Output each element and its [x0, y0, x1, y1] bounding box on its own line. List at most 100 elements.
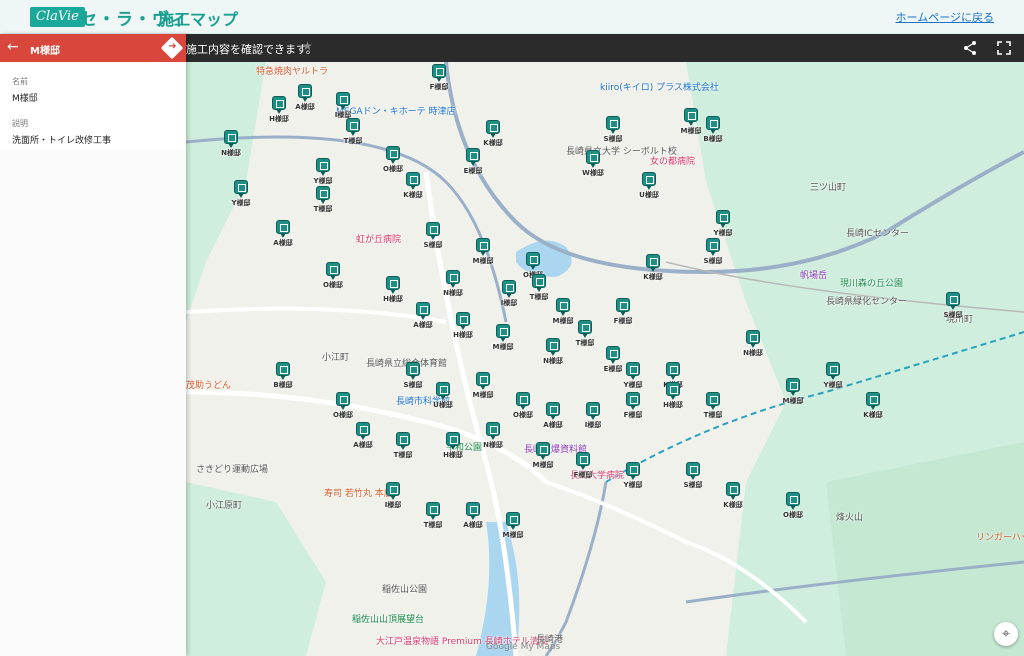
map-place-label[interactable]: 稲佐山山頂展望台	[352, 612, 424, 625]
name-value: M様邸	[12, 94, 38, 104]
map-place-label[interactable]: 現川森の丘公園	[840, 276, 903, 289]
map-pin[interactable]: B様邸	[273, 362, 293, 389]
locate-icon[interactable]: ⌖	[994, 622, 1018, 646]
map-pin[interactable]: S様邸	[423, 222, 443, 249]
map-pin[interactable]: U様邸	[639, 172, 659, 199]
map-pin[interactable]: A様邸	[295, 84, 315, 111]
map-pin[interactable]: A様邸	[353, 422, 373, 449]
map-place-label[interactable]: 小江原町	[206, 498, 242, 511]
map-pin[interactable]: K様邸	[643, 254, 663, 281]
map-place-label[interactable]: 烽火山	[836, 510, 863, 523]
map-pin[interactable]: I様邸	[585, 402, 601, 429]
map-place-label[interactable]: 稲佐山公園	[382, 582, 427, 595]
map-pin[interactable]: S様邸	[703, 238, 723, 265]
map-pin[interactable]: A様邸	[413, 302, 433, 329]
map-pin[interactable]: M様邸	[681, 108, 701, 135]
map-pin[interactable]: O様邸	[323, 262, 343, 289]
map-pin[interactable]: S様邸	[683, 462, 703, 489]
map-pin[interactable]: N様邸	[483, 422, 503, 449]
map-pin[interactable]: N様邸	[543, 338, 563, 365]
map-pin[interactable]: M様邸	[493, 324, 513, 351]
map-pin[interactable]: K様邸	[483, 120, 503, 147]
map-pin[interactable]: B様邸	[703, 116, 723, 143]
map-pin[interactable]: H様邸	[443, 432, 463, 459]
map-pin[interactable]: M様邸	[533, 442, 553, 469]
map-pin[interactable]: N様邸	[221, 130, 241, 157]
map-pin[interactable]: T様邸	[344, 118, 362, 145]
map-pin[interactable]: M様邸	[473, 372, 493, 399]
map-place-label[interactable]: 長崎ICセンター	[846, 226, 909, 239]
map-pin[interactable]: N様邸	[743, 330, 763, 357]
map-pin[interactable]: T様邸	[576, 320, 594, 347]
map-pin[interactable]: M様邸	[553, 298, 573, 325]
map-place-label[interactable]: 特急焼肉ヤルトラ	[256, 64, 328, 77]
map-pin[interactable]: M様邸	[473, 238, 493, 265]
directions-icon[interactable]: ➜	[160, 36, 184, 60]
map-pin[interactable]: Y様邸	[713, 210, 733, 237]
map-place-label[interactable]: 女の都病院	[650, 154, 695, 167]
map-pin[interactable]: O様邸	[513, 392, 533, 419]
map-place-label[interactable]: リンガーハット	[976, 530, 1024, 543]
map-pin[interactable]: E様邸	[604, 346, 622, 373]
map-place-label[interactable]: さきどり運動広場	[196, 462, 268, 475]
map-pin[interactable]: I様邸	[501, 280, 517, 307]
map-place-label[interactable]: 寿司 若竹丸 本店	[324, 486, 393, 499]
house-marker-icon	[946, 292, 960, 306]
map-pin[interactable]: T様邸	[394, 432, 412, 459]
brand-logo[interactable]: ClaVie	[30, 7, 85, 27]
map-pin[interactable]: S様邸	[603, 116, 623, 143]
map-pin[interactable]: I様邸	[385, 482, 401, 509]
star-icon[interactable]: ★	[302, 39, 313, 53]
home-link[interactable]: ホームページに戻る	[896, 9, 994, 25]
map-place-label[interactable]: 小江町	[322, 350, 349, 363]
map-canvas[interactable]: 特急焼肉ヤルトラ MEGAドン・キホーテ 時津店 kiiro(キイロ) プラス株式会…	[186, 62, 1024, 656]
map-pin[interactable]: M様邸	[783, 378, 803, 405]
map-pin[interactable]: O様邸	[333, 392, 353, 419]
fullscreen-icon[interactable]	[996, 40, 1012, 56]
map-pin[interactable]: K様邸	[863, 392, 883, 419]
map-pin[interactable]: A様邸	[463, 502, 483, 529]
map-pin[interactable]: Y様邸	[313, 158, 333, 185]
map-pin[interactable]: A様邸	[543, 402, 563, 429]
map-place-label[interactable]: 茂助うどん	[186, 378, 231, 391]
map-pin[interactable]: F様邸	[624, 392, 642, 419]
map-place-label[interactable]: 三ツ山町	[810, 180, 846, 193]
map-pin[interactable]: O様邸	[383, 146, 403, 173]
map-place-label[interactable]: 長崎県緑化センター	[826, 294, 907, 307]
map-place-label[interactable]: 帆場岳	[800, 268, 827, 281]
map-pin[interactable]: E様邸	[464, 148, 482, 175]
back-arrow-icon[interactable]: ←	[7, 39, 19, 55]
map-pin-label: N様邸	[543, 357, 563, 365]
map-pin[interactable]: A様邸	[273, 220, 293, 247]
map-pin[interactable]: F様邸	[574, 452, 592, 479]
map-pin[interactable]: S様邸	[943, 292, 963, 319]
map-pin[interactable]: S様邸	[403, 362, 423, 389]
map-pin[interactable]: T様邸	[314, 186, 332, 213]
map-pin[interactable]: N様邸	[443, 270, 463, 297]
map-pin[interactable]: I様邸	[335, 92, 351, 119]
map-pin[interactable]: H様邸	[269, 96, 289, 123]
map-pin[interactable]: T様邸	[530, 274, 548, 301]
map-pin[interactable]: H様邸	[453, 312, 473, 339]
map-pin[interactable]: Y様邸	[823, 362, 843, 389]
map-pin[interactable]: F様邸	[614, 298, 632, 325]
map-pin[interactable]: U様邸	[433, 382, 453, 409]
map-pin[interactable]: M様邸	[503, 512, 523, 539]
map-pin[interactable]: Y様邸	[231, 180, 251, 207]
map-pin[interactable]: T様邸	[424, 502, 442, 529]
map-pin[interactable]: Y様邸	[623, 362, 643, 389]
map-pin[interactable]: T様邸	[704, 392, 722, 419]
map-place-label[interactable]: 虹が丘病院	[356, 232, 401, 245]
map-pin[interactable]: K様邸	[403, 172, 423, 199]
map-pin[interactable]: K様邸	[663, 362, 683, 389]
share-icon[interactable]	[962, 40, 978, 56]
map-place-label[interactable]: kiiro(キイロ) プラス株式会社	[600, 80, 719, 93]
map-pin[interactable]: O様邸	[783, 492, 803, 519]
map-pin[interactable]: F様邸	[430, 64, 448, 91]
map-pin[interactable]: Y様邸	[623, 462, 643, 489]
map-pin[interactable]: H様邸	[663, 382, 683, 409]
map-pin[interactable]: O様邸	[523, 252, 543, 279]
map-pin[interactable]: W様邸	[582, 150, 604, 177]
map-pin[interactable]: K様邸	[723, 482, 743, 509]
map-pin[interactable]: H様邸	[383, 276, 403, 303]
